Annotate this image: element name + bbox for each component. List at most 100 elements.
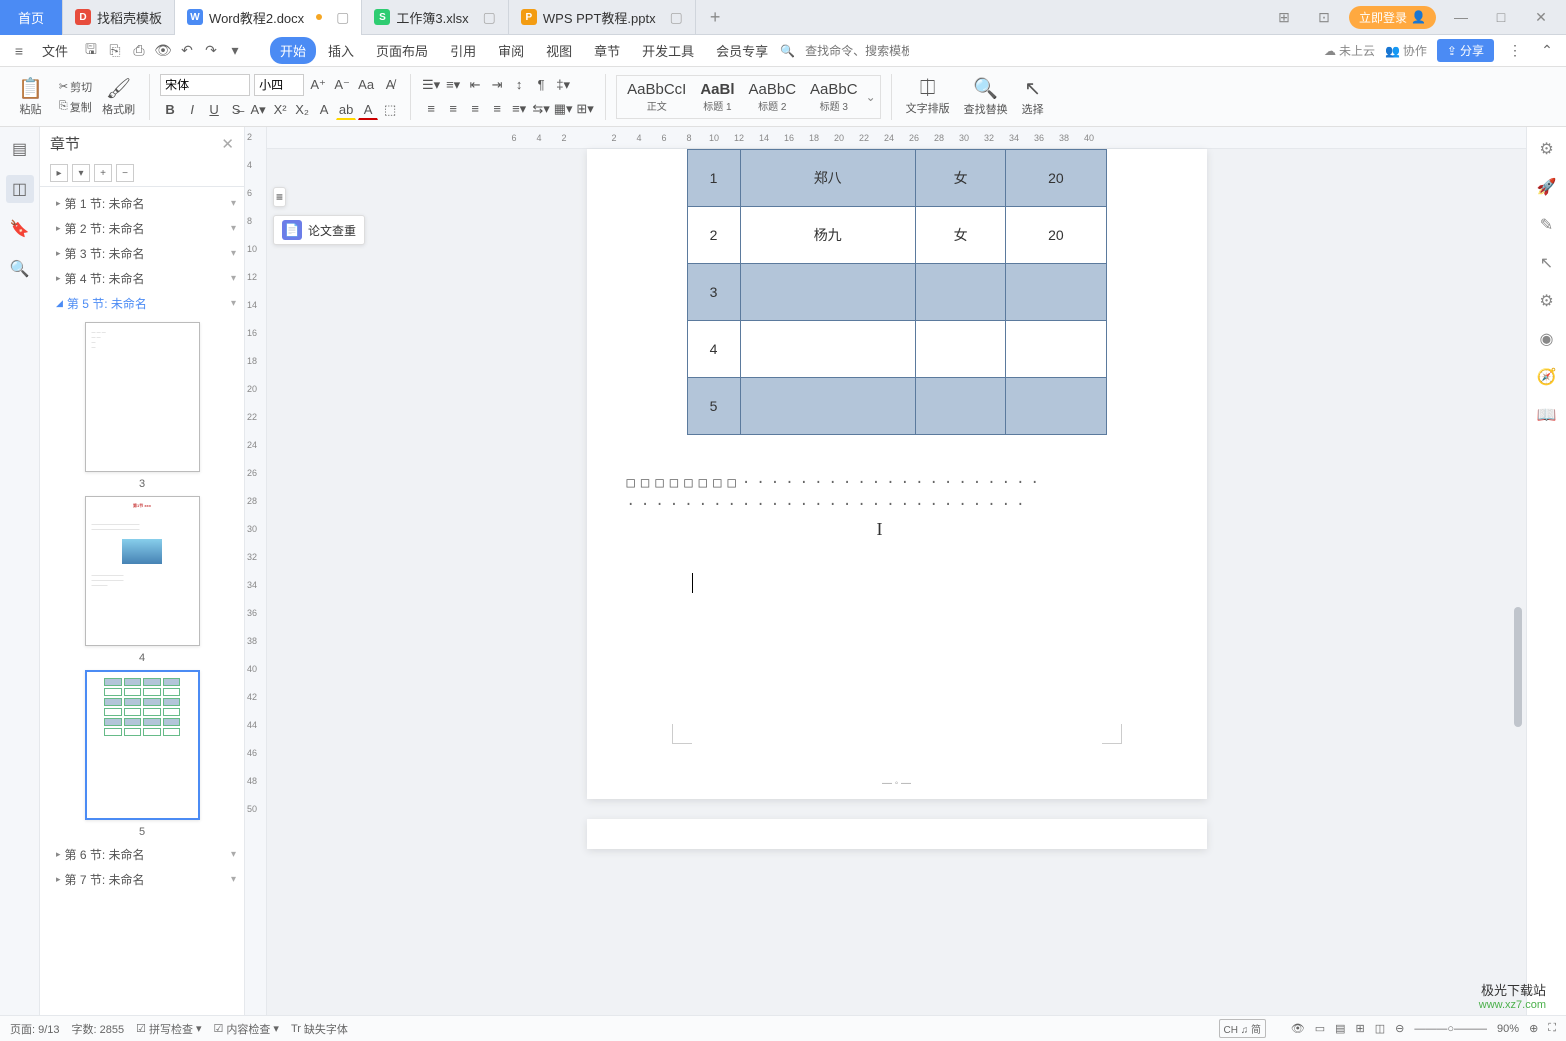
- section-1[interactable]: ▸第 1 节: 未命名▾: [40, 191, 244, 216]
- copy-button[interactable]: ⎘ 复制: [59, 99, 92, 115]
- tab-close-icon[interactable]: ▢: [670, 9, 683, 26]
- tab-close-icon[interactable]: ▢: [336, 9, 349, 26]
- cloud-status[interactable]: ☁ 未上云: [1324, 42, 1375, 59]
- underline-button[interactable]: U: [204, 100, 224, 120]
- change-case-icon[interactable]: Aa: [356, 75, 376, 95]
- tab-word-doc[interactable]: W Word教程2.docx ▢: [175, 0, 362, 35]
- align-left-button[interactable]: ≡: [421, 99, 441, 119]
- section-7[interactable]: ▸第 7 节: 未命名▾: [40, 867, 244, 892]
- web-mode-icon[interactable]: ⊞: [1356, 1022, 1365, 1035]
- tab-close-icon[interactable]: ▢: [483, 9, 496, 26]
- menu-dev-tools[interactable]: 开发工具: [632, 37, 704, 64]
- increase-indent-button[interactable]: ⇥: [487, 75, 507, 95]
- strike-button[interactable]: S̶: [226, 100, 246, 120]
- indent-button[interactable]: ⇆▾: [531, 99, 551, 119]
- menu-insert[interactable]: 插入: [318, 37, 364, 64]
- format-painter-button[interactable]: 🖌格式刷: [98, 74, 139, 119]
- content-check[interactable]: ☑ 内容检查 ▾: [214, 1021, 279, 1037]
- dotted-text-2[interactable]: ····························: [587, 497, 1207, 513]
- vertical-scrollbar[interactable]: [1512, 157, 1524, 1005]
- section-4[interactable]: ▸第 4 节: 未命名▾: [40, 266, 244, 291]
- login-button[interactable]: 立即登录👤: [1349, 6, 1436, 29]
- page-thumb-4[interactable]: 第1节 xxx—————————————————————————————————…: [85, 496, 200, 646]
- menu-page-layout[interactable]: 页面布局: [366, 37, 438, 64]
- pen-icon[interactable]: ✎: [1540, 215, 1553, 235]
- section-6[interactable]: ▸第 6 节: 未命名▾: [40, 842, 244, 867]
- bold-button[interactable]: B: [160, 100, 180, 120]
- text-effects-button[interactable]: A: [314, 100, 334, 120]
- highlight-button[interactable]: A▾: [248, 100, 268, 120]
- share-button[interactable]: ⇪ 分享: [1437, 39, 1494, 62]
- menu-chapter[interactable]: 章节: [584, 37, 630, 64]
- subscript-button[interactable]: X₂: [292, 100, 312, 120]
- styles-more-icon[interactable]: ⌄: [866, 90, 876, 104]
- table-row[interactable]: 2杨九女20: [687, 207, 1106, 264]
- collapse-all-icon[interactable]: ▾: [72, 164, 90, 182]
- settings-icon[interactable]: ⚙: [1539, 291, 1553, 311]
- layout-icon[interactable]: ⊞: [1269, 9, 1299, 26]
- ime-indicator[interactable]: CH ♫ 简: [1219, 1019, 1267, 1038]
- undo-icon[interactable]: ↶: [176, 40, 198, 62]
- tab-ppt[interactable]: P WPS PPT教程.pptx ▢: [509, 0, 696, 35]
- zoom-slider[interactable]: ———○———: [1414, 1023, 1487, 1035]
- menu-start[interactable]: 开始: [270, 37, 316, 64]
- remove-section-icon[interactable]: −: [116, 164, 134, 182]
- document-table[interactable]: 1郑八女20 2杨九女20 3 4 5: [687, 149, 1107, 435]
- justify-button[interactable]: ≡: [487, 99, 507, 119]
- compass-icon[interactable]: 🧭: [1537, 367, 1557, 387]
- tab-home[interactable]: 首页: [0, 0, 63, 35]
- paste-button[interactable]: 📋粘贴: [14, 74, 47, 119]
- toolbox-icon[interactable]: ⚙: [1539, 139, 1553, 159]
- decrease-indent-button[interactable]: ⇤: [465, 75, 485, 95]
- table-row[interactable]: 3: [687, 264, 1106, 321]
- read-mode-icon[interactable]: ▭: [1315, 1022, 1325, 1035]
- menu-references[interactable]: 引用: [440, 37, 486, 64]
- bookmark-icon[interactable]: 🔖: [6, 215, 34, 243]
- table-row[interactable]: 1郑八女20: [687, 150, 1106, 207]
- distribute-button[interactable]: ≡▾: [509, 99, 529, 119]
- expand-all-icon[interactable]: ▸: [50, 164, 68, 182]
- save-as-icon[interactable]: ⎘: [104, 40, 126, 62]
- numbering-button[interactable]: ≡▾: [443, 75, 463, 95]
- book-icon[interactable]: 📖: [1537, 405, 1557, 425]
- zoom-level[interactable]: 90%: [1497, 1023, 1519, 1035]
- chapter-nav-icon[interactable]: ◫: [6, 175, 34, 203]
- menu-review[interactable]: 审阅: [488, 37, 534, 64]
- view-mode-icon[interactable]: 👁: [1291, 1022, 1305, 1035]
- bullets-button[interactable]: ☰▾: [421, 75, 441, 95]
- page-mode-icon[interactable]: ▤: [1335, 1022, 1345, 1035]
- borders-button[interactable]: ⊞▾: [575, 99, 595, 119]
- shading-button[interactable]: ▦▾: [553, 99, 573, 119]
- page-thumb-5[interactable]: [85, 670, 200, 820]
- cursor-icon[interactable]: ↖: [1540, 253, 1553, 273]
- search-icon[interactable]: 🔍: [6, 255, 34, 283]
- menu-member[interactable]: 会员专享: [706, 37, 778, 64]
- outline-icon[interactable]: ▤: [6, 135, 34, 163]
- style-normal[interactable]: AaBbCcI正文: [621, 78, 692, 116]
- expand-icon[interactable]: ⌃: [1536, 40, 1558, 62]
- file-menu[interactable]: 文件: [32, 37, 78, 64]
- rocket-icon[interactable]: 🚀: [1537, 177, 1557, 197]
- more-icon[interactable]: ⋮: [1504, 40, 1526, 62]
- dropdown-icon[interactable]: ▾: [224, 40, 246, 62]
- font-family-select[interactable]: [160, 74, 250, 96]
- spell-check[interactable]: ☑ 拼写检查 ▾: [136, 1021, 201, 1037]
- print-preview-icon[interactable]: 👁: [152, 40, 174, 62]
- print-icon[interactable]: ⎙: [128, 40, 150, 62]
- document-area[interactable]: 642246810121416182022242628303234363840 …: [267, 127, 1526, 1015]
- section-3[interactable]: ▸第 3 节: 未命名▾: [40, 241, 244, 266]
- superscript-button[interactable]: X²: [270, 100, 290, 120]
- highlight-color-button[interactable]: ab: [336, 100, 356, 120]
- table-row[interactable]: 5: [687, 378, 1106, 435]
- decrease-font-icon[interactable]: A⁻: [332, 75, 352, 95]
- page-thumb-3[interactable]: — — —— ———: [85, 322, 200, 472]
- cut-button[interactable]: ✂ 剪切: [59, 79, 92, 95]
- style-heading3[interactable]: AaBbC标题 3: [804, 78, 864, 116]
- find-replace-button[interactable]: 🔍查找替换: [960, 74, 1012, 119]
- sort-button[interactable]: ↕: [509, 75, 529, 95]
- document-page[interactable]: 1郑八女20 2杨九女20 3 4 5 □□□□□□□□············…: [587, 149, 1207, 799]
- font-color-button[interactable]: A: [358, 100, 378, 120]
- section-5[interactable]: ◢第 5 节: 未命名▾: [40, 291, 244, 316]
- apps-icon[interactable]: ⊡: [1309, 9, 1339, 26]
- align-right-button[interactable]: ≡: [465, 99, 485, 119]
